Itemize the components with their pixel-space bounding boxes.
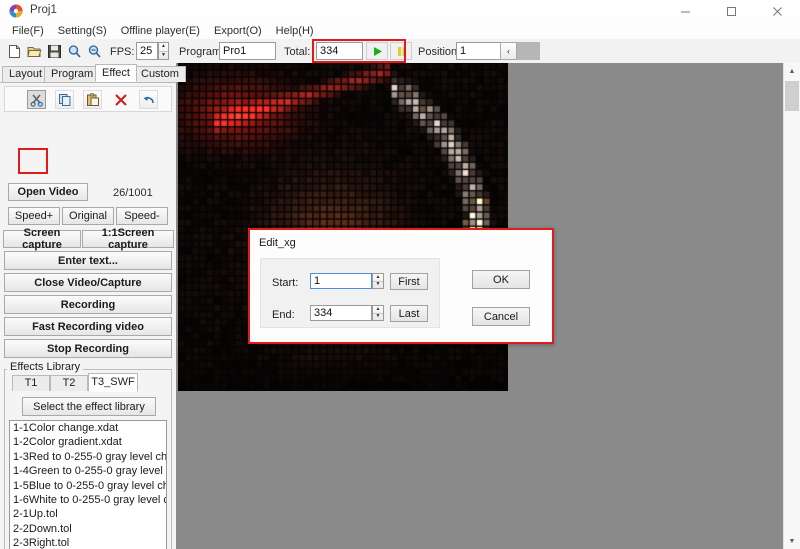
open-folder-icon[interactable] [25,42,44,61]
list-item[interactable]: 1-2Color gradient.xdat [10,435,166,449]
new-file-icon[interactable] [5,42,24,61]
select-effect-library-button[interactable]: Select the effect library [22,397,156,416]
menu-help[interactable]: Help(H) [269,24,321,38]
program-label: Program: [179,46,225,58]
close-icon[interactable] [754,0,800,22]
list-item[interactable]: 1-4Green to 0-255-0 gray level chanç [10,464,166,478]
scroll-down-icon[interactable]: ▼ [784,533,800,549]
tab-effect[interactable]: Effect [95,64,137,82]
fast-recording-video-button[interactable]: Fast Recording video [4,317,172,336]
title-bar: Proj1 [0,0,800,23]
menu-offline-player[interactable]: Offline player(E) [114,24,207,38]
effect-tool-strip [4,86,172,112]
copy-icon[interactable] [55,90,74,109]
close-video-capture-button[interactable]: Close Video/Capture [4,273,172,292]
speed-up-button[interactable]: Speed+ [8,207,60,225]
first-button[interactable]: First [390,273,428,290]
position-input[interactable] [456,42,501,60]
effects-library-title: Effects Library [7,361,84,373]
program-input[interactable] [219,42,276,60]
list-item[interactable]: 1-6White to 0-255-0 gray level chang [10,493,166,507]
delete-x-icon[interactable] [111,90,130,109]
list-item[interactable]: 1-3Red to 0-255-0 gray level change. [10,450,166,464]
maximize-icon[interactable] [708,0,754,22]
tab-custom[interactable]: Custom [134,66,186,82]
save-icon[interactable] [45,42,64,61]
window-controls [662,0,800,22]
fps-label: FPS: [110,46,135,58]
total-input[interactable] [316,42,363,60]
screen-capture-button[interactable]: Screen capture [3,227,81,251]
menu-setting[interactable]: Setting(S) [51,24,114,38]
minimize-icon[interactable] [662,0,708,22]
start-spinner[interactable]: ▲ ▼ [372,273,384,289]
menu-bar: File(F) Setting(S) Offline player(E) Exp… [0,22,800,39]
cancel-button[interactable]: Cancel [472,307,530,326]
fps-input[interactable] [136,42,158,60]
tab-t2[interactable]: T2 [50,375,88,391]
zoom-out-icon[interactable] [85,42,104,61]
main-toolbar: FPS: ▲▼ Program: Total: Position: ‹ [0,39,800,64]
end-input[interactable] [310,305,372,321]
list-item[interactable]: 1-5Blue to 0-255-0 gray level change [10,479,166,493]
start-label: Start: [272,277,299,289]
tab-t3-swf[interactable]: T3_SWF [88,373,138,392]
tab-layout[interactable]: Layout [2,66,50,82]
tab-t1[interactable]: T1 [12,375,50,391]
edit-xg-dialog: Edit_xg Start: ▲▼ First End: ▲▼ Last OK … [248,228,554,344]
original-speed-button[interactable]: Original [62,207,114,225]
position-label: Position: [418,46,461,58]
menu-export[interactable]: Export(O) [207,24,269,38]
end-spinner[interactable]: ▲ ▼ [372,305,384,321]
app-logo-icon [8,3,24,19]
list-item[interactable]: 2-2Down.tol [10,522,166,536]
preview-vertical-scrollbar[interactable]: ▲ ▼ [783,63,800,549]
total-label: Total: [284,46,311,58]
last-button[interactable]: Last [390,305,428,322]
toolbar-slider-track[interactable] [517,42,540,60]
undo-arrow-icon[interactable] [139,90,158,109]
left-panel: Layout Program Effect Custom Open Video … [0,63,186,549]
one-to-one-screen-capture-button[interactable]: 1:1Screen capture [82,227,174,251]
list-item[interactable]: 1-1Color change.xdat [10,421,166,435]
application-window: Proj1 File(F) Setting(S) Offline player(… [0,0,800,549]
menu-file[interactable]: File(F) [5,24,51,38]
list-item[interactable]: 2-3Right.tol [10,536,166,549]
position-prev-button[interactable]: ‹ [500,42,517,60]
cut-tool-highlight-box [18,148,48,174]
recording-button[interactable]: Recording [4,295,172,314]
fps-spinner[interactable]: ▲ ▼ [158,42,169,60]
list-item[interactable]: 2-1Up.tol [10,507,166,521]
dialog-title: Edit_xg [259,237,296,249]
ok-button[interactable]: OK [472,270,530,289]
window-title: Proj1 [30,4,57,16]
start-input[interactable] [310,273,372,289]
panel-tab-row: Layout Program Effect Custom [0,63,186,83]
open-video-button[interactable]: Open Video [8,183,88,201]
speed-down-button[interactable]: Speed- [116,207,168,225]
pause-icon[interactable] [390,42,412,60]
cut-scissors-icon[interactable] [27,90,46,109]
scroll-up-icon[interactable]: ▲ [784,63,800,79]
enter-text-button[interactable]: Enter text... [4,251,172,270]
paste-icon[interactable] [83,90,102,109]
effects-listbox[interactable]: 1-1Color change.xdat 1-2Color gradient.xd… [9,420,167,549]
stop-recording-button[interactable]: Stop Recording [4,339,172,358]
zoom-in-icon[interactable] [65,42,84,61]
scroll-thumb[interactable] [785,81,799,111]
tab-program[interactable]: Program [44,66,101,82]
end-label: End: [272,309,295,321]
frame-counter: 26/1001 [113,187,153,199]
play-icon[interactable] [366,42,388,60]
